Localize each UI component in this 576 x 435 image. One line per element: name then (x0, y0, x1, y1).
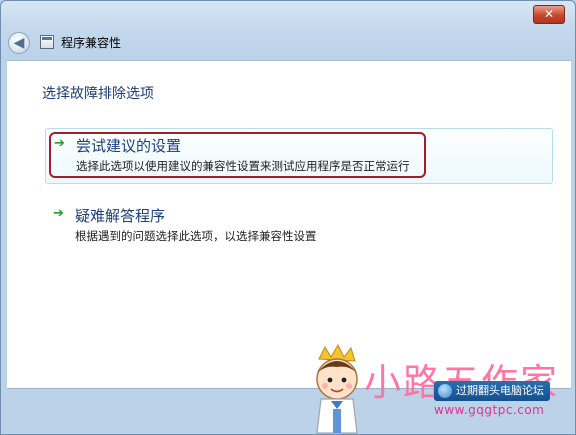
back-button[interactable]: ◀ (8, 32, 30, 54)
program-compatibility-icon (40, 35, 54, 49)
back-arrow-icon: ◀ (13, 35, 25, 51)
globe-icon (438, 384, 452, 398)
forum-badge: 过期翻头电脑论坛 (434, 381, 550, 401)
option-description: 根据遇到的问题选择此选项，以选择兼容性设置 (75, 229, 317, 243)
close-button[interactable]: ✕ (533, 5, 565, 24)
green-arrow-icon: ➔ (53, 206, 64, 221)
option-title: 尝试建议的设置 (76, 137, 182, 155)
option-title: 疑难解答程序 (75, 207, 166, 225)
badge-text: 过期翻头电脑论坛 (456, 384, 544, 397)
mascot-logo (316, 343, 358, 434)
option-try-recommended-settings[interactable]: ➔ 尝试建议的设置 选择此选项以使用建议的兼容性设置来测试应用程序是否正常运行 (45, 128, 553, 184)
option-troubleshoot-program[interactable]: ➔ 疑难解答程序 根据遇到的问题选择此选项，以选择兼容性设置 (45, 199, 553, 247)
window-title: 程序兼容性 (61, 36, 122, 50)
option-description: 选择此选项以使用建议的兼容性设置来测试应用程序是否正常运行 (76, 159, 410, 173)
content-pane: 选择故障排除选项 ➔ 尝试建议的设置 选择此选项以使用建议的兼容性设置来测试应用… (7, 60, 571, 389)
page-heading: 选择故障排除选项 (42, 86, 154, 102)
watermark-url: www.gqgtpc.com (434, 403, 545, 417)
green-arrow-icon: ➔ (54, 136, 65, 151)
